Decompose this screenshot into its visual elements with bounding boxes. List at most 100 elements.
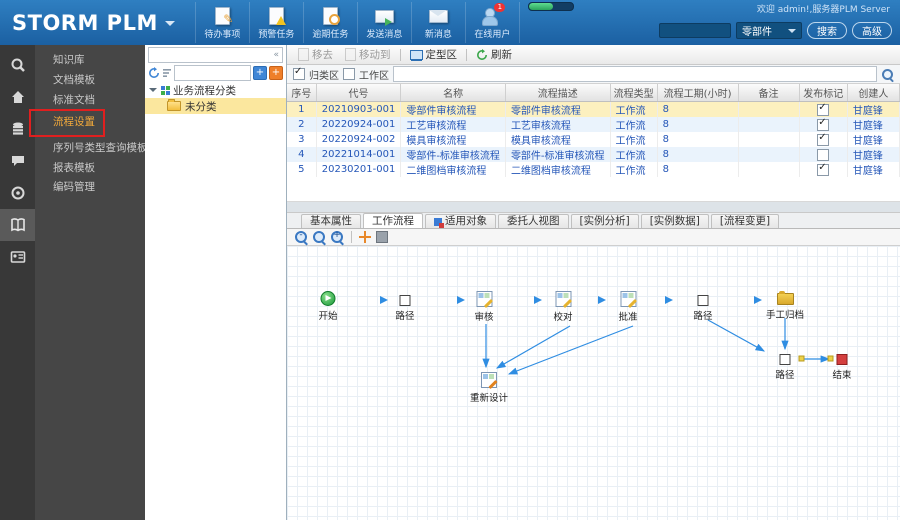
collapse-panel-icon[interactable]: « — [273, 50, 282, 60]
cell: 工作流 — [610, 132, 658, 147]
column-header[interactable]: 名称 — [400, 84, 506, 102]
workflow-node-path[interactable]: 路径 — [693, 293, 713, 322]
publish-flag-checkbox[interactable] — [817, 162, 830, 176]
search-button[interactable]: 搜索 — [807, 22, 847, 39]
rail-chat-icon[interactable] — [0, 145, 35, 177]
rail-support-icon[interactable] — [0, 177, 35, 209]
search-category-value: 零部件 — [742, 27, 772, 38]
app-logo[interactable]: STORM PLM — [12, 11, 175, 35]
move-to-button[interactable]: 移动到 — [340, 47, 396, 63]
sidebar-item-1[interactable]: 知识库 — [35, 50, 145, 70]
work-area-checkbox[interactable] — [343, 68, 355, 80]
rail-id-card-icon[interactable] — [0, 241, 35, 273]
column-header[interactable]: 序号 — [287, 84, 317, 102]
workflow-node-redesign[interactable]: 重新设计 — [470, 372, 508, 404]
tab-label: [实例分析] — [579, 215, 630, 227]
tree-sort-icon[interactable] — [162, 68, 172, 78]
column-header[interactable]: 备注 — [738, 84, 800, 102]
sidebar-item-3[interactable]: 标准文档 — [35, 90, 145, 110]
advanced-search-button[interactable]: 高级 — [852, 22, 892, 39]
cell: 20221014-001 — [316, 147, 402, 162]
workflow-node-path[interactable]: 路径 — [775, 352, 795, 381]
remove-button[interactable]: 移去 — [293, 47, 338, 63]
workflow-node-task[interactable]: 审核 — [474, 291, 494, 323]
header-toolbar: 待办事项 预警任务 逾期任务 发送消息 新消息 1 在线用户 — [194, 2, 520, 43]
workflow-node-task[interactable]: 校对 — [553, 291, 573, 323]
tab-4[interactable]: 委托人视图 — [498, 214, 569, 228]
table-header-row: 序号 代号 名称 流程描述 流程类型 流程工期(小时) 备注 发布标记 创建人 — [287, 84, 900, 102]
tab-6[interactable]: [实例数据] — [640, 214, 709, 228]
tab-1[interactable]: 基本属性 — [301, 214, 361, 228]
refresh-icon — [477, 48, 487, 60]
tab-2[interactable]: 工作流程 — [363, 213, 423, 228]
expand-all-button[interactable]: + — [253, 66, 267, 80]
sidebar-item-6[interactable]: 报表模板 — [35, 158, 145, 178]
search-icon[interactable] — [881, 68, 894, 81]
tool-send-message[interactable]: 发送消息 — [358, 2, 412, 43]
tab-5[interactable]: [实例分析] — [570, 214, 639, 228]
list-filter-input[interactable] — [393, 66, 877, 82]
cell: 8 — [657, 147, 739, 162]
tree-search-input[interactable] — [149, 49, 274, 61]
table-row[interactable]: 520230201-001二维图档审核流程二维图档审核流程工作流8甘庭锋 — [287, 162, 900, 177]
publish-flag-checkbox[interactable] — [817, 117, 830, 131]
tree-refresh-icon[interactable] — [148, 67, 160, 79]
cell-published — [799, 147, 848, 162]
column-header[interactable]: 流程类型 — [610, 84, 658, 102]
zoom-in-icon[interactable]: + — [331, 230, 344, 244]
rail-book-icon[interactable] — [0, 209, 35, 241]
column-header[interactable]: 流程描述 — [505, 84, 611, 102]
collapse-all-button[interactable]: + — [269, 66, 283, 80]
workflow-node-task[interactable]: 批准 — [618, 291, 638, 323]
tool-new-message[interactable]: 新消息 — [412, 2, 466, 43]
column-header[interactable]: 发布标记 — [799, 84, 848, 102]
tree-expander-icon[interactable] — [149, 88, 157, 96]
zoom-out-icon[interactable]: - — [295, 230, 308, 244]
table-row[interactable]: 320220924-002模具审核流程模具审核流程工作流8甘庭锋 — [287, 132, 900, 147]
rail-search-gear-icon[interactable] — [0, 49, 35, 81]
rail-database-icon[interactable] — [0, 113, 35, 145]
refresh-button[interactable]: 刷新 — [471, 47, 517, 63]
tool-overdue-task[interactable]: 逾期任务 — [304, 2, 358, 43]
workflow-canvas[interactable]: 开始 路径 审核 校对 批准 路径 手工归档 重新设计 路径 结束 — [287, 246, 900, 520]
publish-flag-checkbox[interactable] — [817, 148, 830, 161]
tool-todo[interactable]: 待办事项 — [194, 2, 250, 43]
search-category-dropdown[interactable]: 零部件 — [736, 22, 802, 39]
sidebar-item-2[interactable]: 文档模板 — [35, 70, 145, 90]
tool-online-users[interactable]: 1 在线用户 — [466, 2, 520, 43]
column-header[interactable]: 代号 — [316, 84, 402, 102]
sidebar-item-4[interactable]: 流程设置 — [35, 112, 145, 132]
tool-alert-task[interactable]: 预警任务 — [250, 2, 304, 43]
tab-3[interactable]: 适用对象 — [425, 214, 496, 228]
publish-flag-checkbox[interactable] — [817, 102, 830, 116]
cell: 5 — [287, 162, 317, 177]
sidebar-item-5[interactable]: 序列号类型查询模板 — [35, 138, 145, 158]
workflow-node-manual[interactable]: 手工归档 — [766, 289, 804, 321]
select-tool-icon[interactable] — [376, 231, 388, 243]
rail-home-icon[interactable] — [0, 81, 35, 113]
table-row[interactable]: 4 20221014-001 零部件-标准审核流程 零部件-标准审核流程 工作流 8 甘庭锋 — [287, 147, 900, 162]
zoom-reset-icon[interactable] — [313, 230, 326, 244]
tree-panel: « + + 业务流程分类 未分类 — [145, 45, 287, 520]
tree-filter-input[interactable] — [174, 65, 251, 81]
table-row[interactable]: 120210903-001零部件审核流程零部件审核流程工作流8甘庭锋 — [287, 101, 900, 117]
column-header[interactable]: 创建人 — [847, 84, 900, 102]
global-search-input[interactable] — [659, 23, 731, 38]
publish-flag-checkbox[interactable] — [817, 132, 830, 146]
classify-area-checkbox[interactable] — [293, 66, 305, 80]
loading-progress-bar — [528, 2, 574, 11]
table-row[interactable]: 220220924-001工艺审核流程工艺审核流程工作流8甘庭锋 — [287, 117, 900, 132]
finalize-zone-button[interactable]: 定型区 — [405, 47, 463, 63]
workflow-node-path[interactable]: 路径 — [395, 293, 415, 322]
move-to-icon — [345, 48, 356, 61]
tab-7[interactable]: [流程变更] — [710, 214, 780, 228]
applicable-objects-icon — [434, 217, 444, 228]
workflow-node-end[interactable]: 结束 — [832, 352, 852, 381]
splitter-band[interactable] — [287, 202, 900, 213]
column-header[interactable]: 流程工期(小时) — [657, 84, 739, 102]
tree-root-item[interactable]: 业务流程分类 — [145, 82, 286, 98]
pan-icon[interactable] — [359, 231, 371, 243]
sidebar-item-7[interactable]: 编码管理 — [35, 177, 145, 197]
tree-item-unclassified[interactable]: 未分类 — [145, 98, 286, 114]
workflow-node-start[interactable]: 开始 — [318, 291, 338, 322]
